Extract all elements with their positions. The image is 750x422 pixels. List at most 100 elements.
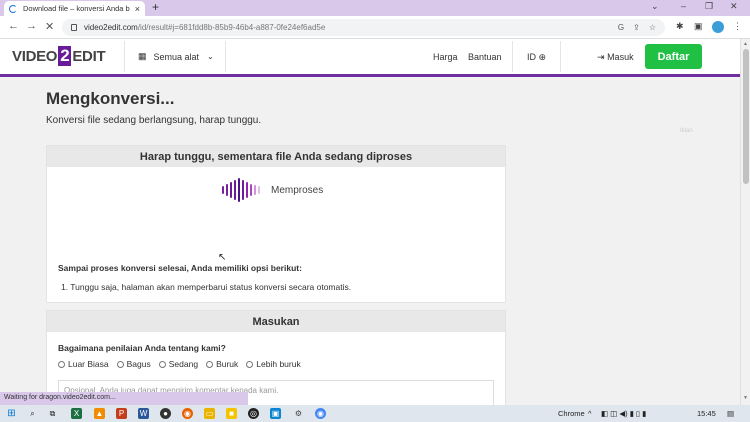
radio-button[interactable] [58,360,65,368]
page-title: Mengkonversi... [46,89,175,108]
clock-time[interactable]: 15:45 [697,409,716,418]
header-divider [560,41,561,72]
login-link[interactable]: ⇥ Masuk [597,52,634,63]
search-icon[interactable]: ⌕ [27,408,38,419]
rating-label: Sedang [168,359,199,369]
rating-options: Luar Biasa Bagus Sedang Buruk Lebih buru… [58,359,301,369]
profile-avatar[interactable] [712,21,724,33]
obs-icon[interactable]: ◎ [248,408,259,419]
google-icon[interactable]: G [618,23,624,32]
excel-icon[interactable]: X [71,408,82,419]
tab-title: Download file – konversi Anda b [23,4,130,13]
tray-icons[interactable]: ◧ ◫ ◀) ▮ ▯ ▮ [601,409,646,418]
nav-help-link[interactable]: Bantuan [468,52,502,62]
scrollbar-thumb[interactable] [743,49,749,184]
loading-spinner-icon [9,4,17,13]
login-icon: ⇥ [597,52,605,62]
settings-gear-icon[interactable]: ⚙ [293,408,304,419]
mouse-cursor-icon: ↖ [218,252,227,263]
language-selector[interactable]: ID ⊕ [527,52,546,63]
rating-option-average[interactable]: Sedang [158,359,199,369]
tab-search-icon[interactable]: ⌄ [651,1,659,12]
close-window-icon[interactable]: ✕ [730,1,738,12]
menu-dots-icon[interactable]: ⋮ [733,21,742,32]
waveform-icon [222,178,260,202]
rating-option-worse[interactable]: Lebih buruk [246,359,301,369]
page-subtitle: Konversi file sedang berlangsung, harap … [46,115,262,126]
language-label: ID [527,52,536,62]
forward-icon[interactable]: → [26,20,37,32]
rating-option-bad[interactable]: Buruk [206,359,238,369]
close-tab-icon[interactable]: × [135,4,140,14]
rating-label: Luar Biasa [68,359,109,369]
lock-icon [71,24,77,31]
options-title: Sampai proses konversi selesai, Anda mem… [58,263,302,273]
rating-question: Bagaimana penilaian Anda tentang kami? [58,343,226,353]
rating-option-good[interactable]: Bagus [116,359,151,369]
remote-desktop-icon[interactable]: ▣ [270,408,281,419]
url-text: video2edit.com/id/result#j=681fdd8b-85b9… [84,23,326,32]
option-item: 1. Tunggu saja, halaman akan memperbarui… [61,282,352,292]
logo-text-mid: 2 [58,46,72,66]
extensions-icon[interactable]: ✱ [676,21,684,32]
radio-button[interactable] [158,360,166,368]
processing-status: Memproses [271,185,324,196]
word-icon[interactable]: W [138,408,149,419]
url-input[interactable]: video2edit.com/id/result#j=681fdd8b-85b9… [62,19,665,36]
powerpoint-icon[interactable]: P [116,408,127,419]
rating-label: Bagus [126,359,151,369]
chrome-icon[interactable]: ◉ [315,408,326,419]
site-header: VIDEO 2 EDIT ▦ Semua alat ⌄ Harga Bantuan … [0,39,740,74]
header-accent-line [0,74,740,77]
scroll-up-icon[interactable]: ▲ [743,41,748,47]
browser-status-bubble: Waiting for dragon.video2edit.com... [0,392,248,405]
tools-label: Semua alat [153,51,200,62]
stop-loading-icon[interactable]: ✕ [45,20,54,33]
minimize-icon[interactable]: – [681,1,686,11]
chevron-down-icon: ⌄ [207,52,214,61]
header-divider [225,41,226,72]
rating-label: Buruk [216,359,239,369]
notifications-icon[interactable]: ▤ [727,409,734,418]
radio-button[interactable] [246,360,254,368]
page-scrollbar[interactable]: ▲ ▼ [740,39,750,405]
site-logo[interactable]: VIDEO 2 EDIT [12,46,106,66]
bookmark-star-icon[interactable]: ☆ [649,23,656,32]
radio-button[interactable] [116,360,124,368]
browser-tab-strip: Download file – konversi Anda b × + ⌄ – … [0,0,750,16]
grid-icon: ▦ [138,51,147,61]
feedback-card-heading: Masukan [47,311,505,332]
windows-start-icon[interactable]: ⊞ [6,408,17,419]
restore-icon[interactable]: ❐ [705,1,713,12]
processing-card-heading: Harap tunggu, sementara file Anda sedang… [47,146,505,167]
side-panel-icon[interactable]: ▣ [694,21,703,32]
processing-card: Harap tunggu, sementara file Anda sedang… [46,145,506,303]
header-divider [124,41,125,72]
app-icon[interactable]: ■ [226,408,237,419]
new-tab-button[interactable]: + [152,0,159,14]
signup-button[interactable]: Daftar [645,44,702,69]
tray-chevron-icon[interactable]: ^ [588,409,592,418]
share-icon[interactable]: ⇪ [633,23,640,32]
back-icon[interactable]: ← [8,20,19,32]
nav-price-link[interactable]: Harga [433,52,458,62]
rating-label: Lebih buruk [256,359,301,369]
globe-icon: ⊕ [538,52,547,62]
logo-text-left: VIDEO [12,47,58,65]
all-tools-dropdown[interactable]: ▦ Semua alat ⌄ [138,51,214,62]
media-player-icon[interactable]: ● [160,408,171,419]
header-divider [512,41,513,72]
browser-tab[interactable]: Download file – konversi Anda b × [4,1,145,16]
taskbar-app-label[interactable]: Chrome [558,409,585,418]
ad-label: Iklan [680,128,693,134]
logo-text-right: EDIT [72,47,106,65]
vlc-icon[interactable]: ▲ [94,408,105,419]
file-explorer-icon[interactable]: ▭ [204,408,215,419]
login-label: Masuk [607,52,634,62]
rating-option-excellent[interactable]: Luar Biasa [58,359,109,369]
radio-button[interactable] [206,360,214,368]
scroll-down-icon[interactable]: ▼ [743,395,748,401]
firefox-icon[interactable]: ◉ [182,408,193,419]
windows-taskbar: ⊞ ⌕ ⧉ X ▲ P W ● ◉ ▭ ■ ◎ ▣ ⚙ ◉ Chrome ^ ◧… [0,405,750,422]
task-view-icon[interactable]: ⧉ [47,408,58,419]
